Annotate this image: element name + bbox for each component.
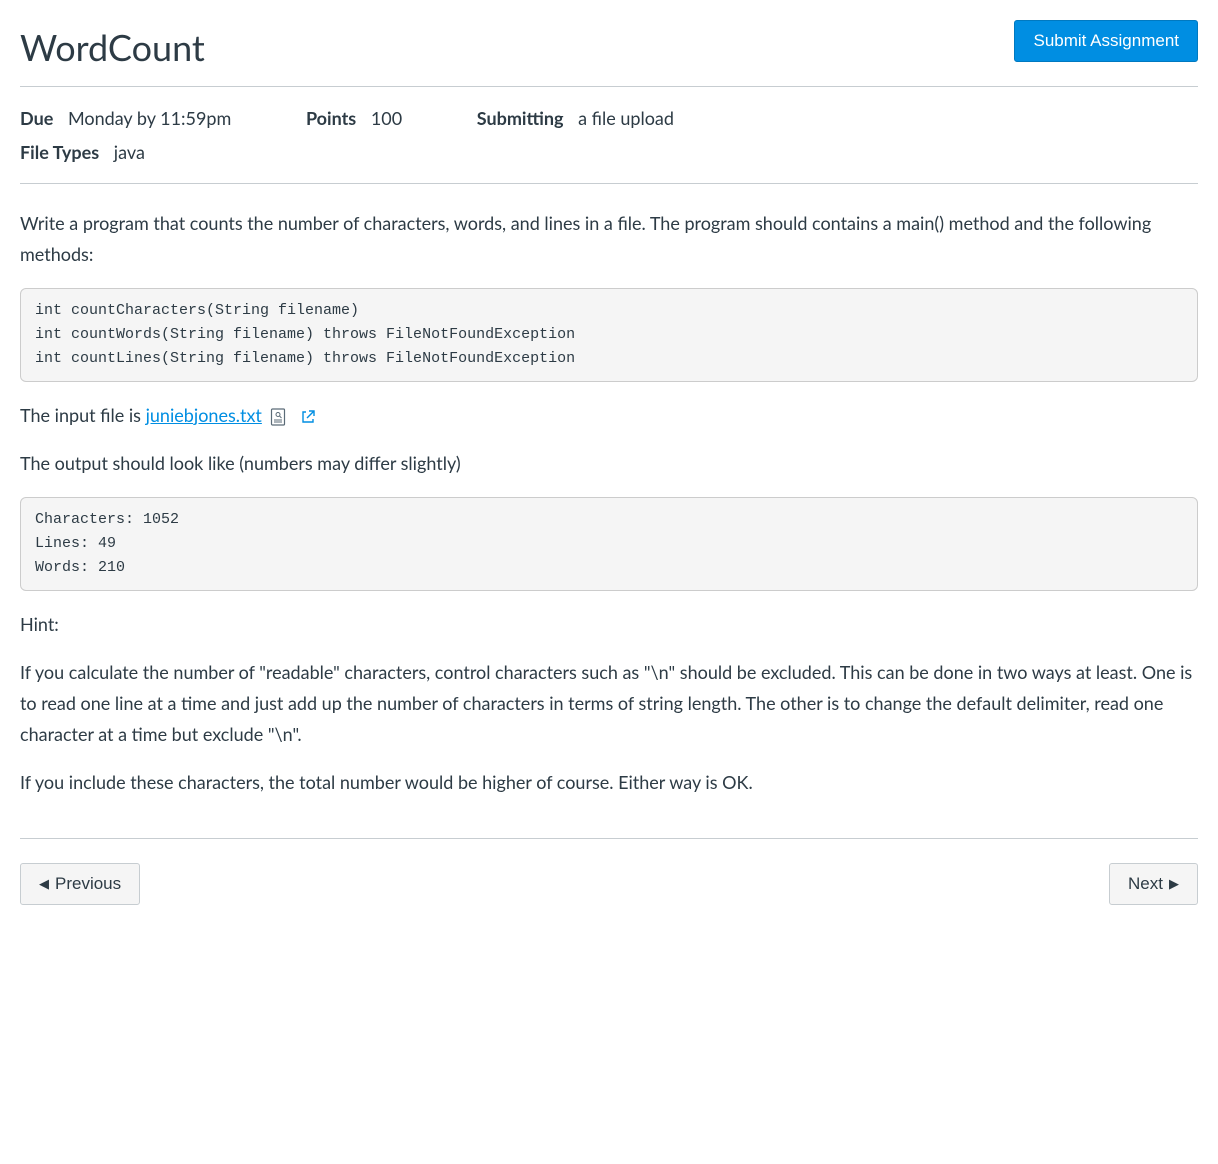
intro-paragraph: Write a program that counts the number o… [20, 208, 1198, 269]
meta-due-label: Due [20, 107, 53, 129]
meta-points-label: Points [306, 107, 356, 129]
external-link-icon [295, 410, 315, 424]
chevron-left-icon: ◀ [39, 876, 49, 892]
meta-points-value: 100 [371, 107, 402, 129]
meta-due: Due Monday by 11:59pm [20, 107, 236, 129]
assignment-content: Write a program that counts the number o… [20, 184, 1198, 797]
meta-filetypes-label: File Types [20, 141, 99, 163]
document-preview-icon[interactable] [270, 408, 286, 426]
meta-submitting-value: a file upload [578, 107, 674, 129]
assignment-meta: Due Monday by 11:59pm Points 100 Submitt… [20, 87, 1198, 184]
input-file-paragraph: The input file is juniebjones.txt [20, 400, 1198, 431]
meta-due-value: Monday by 11:59pm [68, 107, 231, 129]
previous-label: Previous [55, 874, 121, 894]
meta-submitting-label: Submitting [477, 107, 564, 129]
page-title: WordCount [20, 20, 205, 74]
output-intro-paragraph: The output should look like (numbers may… [20, 448, 1198, 479]
nav-footer: ◀ Previous Next ▶ [20, 838, 1198, 905]
meta-submitting: Submitting a file upload [477, 107, 674, 129]
meta-filetypes-value: java [114, 141, 145, 163]
sample-output-code: Characters: 1052 Lines: 49 Words: 210 [20, 497, 1198, 591]
input-file-prefix: The input file is [20, 404, 146, 426]
hint-label: Hint: [20, 609, 1198, 640]
header: WordCount Submit Assignment [20, 20, 1198, 87]
previous-button[interactable]: ◀ Previous [20, 863, 140, 905]
meta-file-types: File Types java [20, 141, 145, 163]
next-label: Next [1128, 874, 1163, 894]
next-button[interactable]: Next ▶ [1109, 863, 1198, 905]
input-file-link[interactable]: juniebjones.txt [146, 404, 262, 426]
submit-assignment-button[interactable]: Submit Assignment [1014, 20, 1198, 62]
chevron-right-icon: ▶ [1169, 876, 1179, 892]
hint-paragraph-1: If you calculate the number of "readable… [20, 657, 1198, 749]
hint-paragraph-2: If you include these characters, the tot… [20, 767, 1198, 798]
method-signatures-code: int countCharacters(String filename) int… [20, 288, 1198, 382]
meta-points: Points 100 [306, 107, 407, 129]
